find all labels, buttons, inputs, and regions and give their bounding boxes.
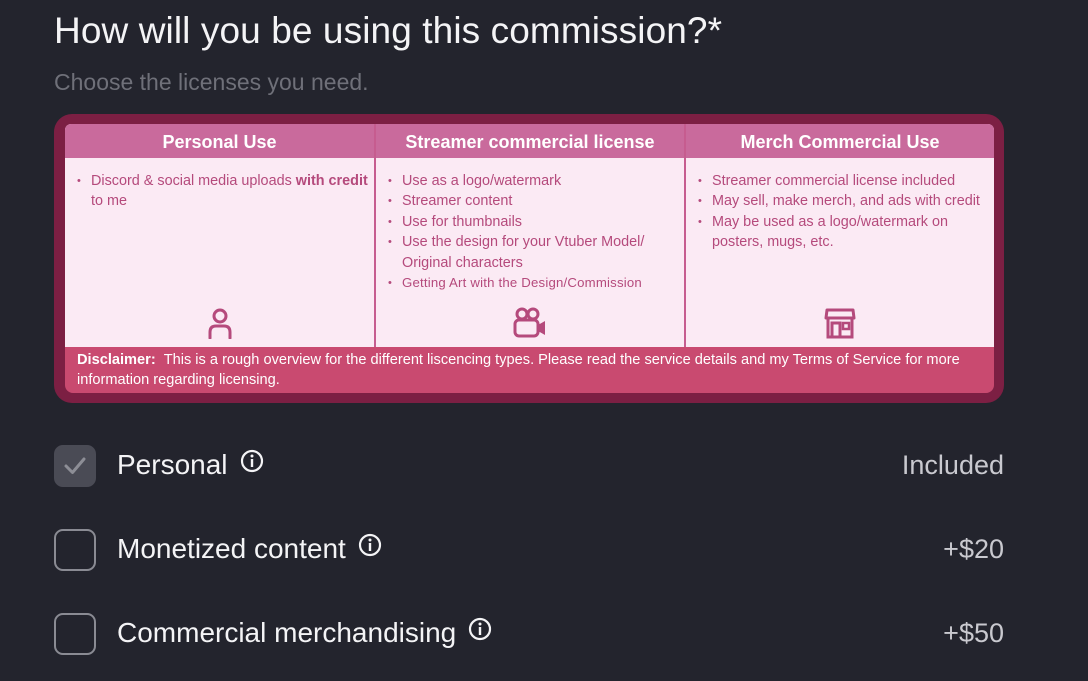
option-commercial-merchandising[interactable]: Commercial merchandising +$50: [54, 613, 1004, 657]
page-subtitle: Choose the licenses you need.: [54, 69, 369, 95]
list-item: Use for thumbnails: [388, 212, 678, 233]
list-item: May be used as a logo/watermark on poste…: [698, 212, 988, 253]
option-label: Commercial merchandising: [117, 617, 492, 651]
license-overview-card: Personal Use Discord & social media uplo…: [54, 114, 1004, 403]
license-column-personal: Personal Use Discord & social media uplo…: [65, 124, 374, 354]
list-item: Getting Art with the Design/Commission: [388, 273, 678, 294]
monetized-content-checkbox[interactable]: [54, 529, 96, 571]
option-monetized-content[interactable]: Monetized content +$20: [54, 529, 1004, 573]
person-icon: [207, 307, 233, 344]
disclaimer-text: This is a rough overview for the differe…: [77, 352, 960, 388]
checkmark-icon: [64, 457, 86, 474]
info-icon[interactable]: [358, 532, 382, 564]
column-header: Streamer commercial license: [376, 124, 684, 158]
list-item: Streamer commercial license included: [698, 171, 988, 192]
info-icon[interactable]: [240, 448, 264, 480]
option-price: +$20: [943, 534, 1004, 564]
option-label: Personal: [117, 449, 264, 483]
list-item: Discord & social media uploads with cred…: [77, 171, 368, 212]
commercial-merchandising-checkbox[interactable]: [54, 613, 96, 655]
list-item: Streamer content: [388, 191, 678, 212]
license-table: Personal Use Discord & social media uplo…: [65, 124, 994, 354]
personal-checkbox[interactable]: [54, 445, 96, 487]
info-icon[interactable]: [468, 616, 492, 648]
disclaimer-label: Disclaimer:: [77, 352, 156, 368]
option-price: Included: [901, 450, 1004, 480]
disclaimer-box: Disclaimer: This is a rough overview for …: [65, 347, 994, 393]
page-title: How will you be using this commission?*: [54, 10, 723, 51]
video-camera-icon: [513, 307, 547, 344]
column-header: Merch Commercial Use: [686, 124, 994, 158]
storefront-icon: [824, 307, 856, 344]
option-label: Monetized content: [117, 533, 382, 567]
list-item: Use as a logo/watermark: [388, 171, 678, 192]
option-price: +$50: [943, 618, 1004, 648]
option-personal[interactable]: Personal Included: [54, 445, 1004, 489]
license-column-streamer: Streamer commercial license Use as a log…: [374, 124, 684, 354]
list-item: May sell, make merch, and ads with credi…: [698, 191, 988, 212]
list-item: Use the design for your Vtuber Model/ Or…: [388, 232, 678, 273]
license-column-merch: Merch Commercial Use Streamer commercial…: [684, 124, 994, 354]
column-header: Personal Use: [65, 124, 374, 158]
